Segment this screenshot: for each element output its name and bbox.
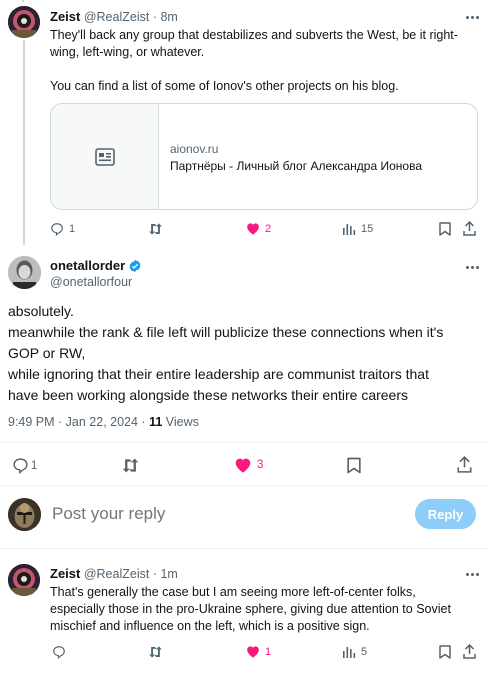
heart-icon (234, 457, 252, 473)
views-count: 5 (361, 645, 368, 658)
retweet-icon (121, 457, 140, 474)
tweet1-text: They'll back any group that destabilizes… (50, 27, 480, 95)
reply-count: 1 (31, 459, 38, 472)
retweet-button[interactable] (148, 222, 163, 236)
heart-icon (246, 222, 260, 235)
share-icon[interactable] (457, 456, 472, 473)
tweet-text-line: You can find a list of some of Ionov's o… (50, 79, 399, 93)
author-name-block: onetallorder @onetallorfour (50, 258, 142, 289)
heart-icon (246, 645, 260, 658)
verified-badge-icon[interactable] (128, 259, 142, 273)
like-button[interactable]: 2 (246, 222, 271, 235)
views-button[interactable]: 15 (342, 222, 373, 235)
thread-line-top (22, 0, 24, 2)
retweet-button[interactable] (148, 645, 163, 659)
share-icon[interactable] (463, 644, 476, 659)
reply-submit-button[interactable]: Reply (415, 499, 476, 529)
more-icon[interactable] (466, 266, 479, 269)
like-count: 3 (257, 459, 264, 471)
retweet-icon (148, 645, 163, 659)
tweet-text-line: absolutely. (8, 303, 74, 319)
tweet-text-line: wing, left-wing, or whatever. (50, 45, 205, 59)
retweet-icon (148, 222, 163, 236)
tweet1-header: Zeist @RealZeist · 8m (50, 9, 178, 24)
thread-line (23, 40, 25, 245)
views-button[interactable]: 5 (342, 645, 367, 658)
avatar[interactable] (8, 564, 40, 596)
link-card-thumbnail (51, 104, 159, 209)
tweet-text-line: especially those in the pro-Ukraine sphe… (50, 602, 451, 616)
views-icon (342, 222, 356, 235)
link-card-domain: aionov.ru (170, 142, 219, 156)
separator: · (152, 10, 157, 24)
timestamp[interactable]: 8m (160, 10, 177, 24)
share-icon[interactable] (463, 221, 476, 236)
tweet-text-line: That's generally the case but I am seein… (50, 585, 416, 599)
retweet-button[interactable] (121, 457, 140, 474)
like-count: 1 (265, 645, 272, 658)
views-count: 15 (361, 222, 374, 235)
reply-icon (50, 222, 64, 236)
handle[interactable]: @onetallorfour (50, 275, 142, 289)
view-count: 11 (149, 415, 163, 429)
more-icon[interactable] (466, 16, 479, 19)
bookmark-icon[interactable] (439, 645, 451, 659)
divider (0, 485, 488, 486)
divider (0, 548, 488, 549)
tweet-text-line: GOP or RW, (8, 345, 86, 361)
more-icon[interactable] (466, 573, 479, 576)
reply-icon (52, 645, 66, 659)
reply-input[interactable] (52, 500, 392, 528)
separator: · (152, 567, 157, 581)
avatar[interactable] (8, 498, 41, 531)
divider (0, 442, 488, 443)
display-name[interactable]: Zeist (50, 566, 80, 581)
tweet-text-line: They'll back any group that destabilizes… (50, 28, 458, 42)
tweet-text-line: meanwhile the rank & file left will publ… (8, 324, 444, 340)
handle[interactable]: @RealZeist (84, 10, 150, 24)
link-card[interactable]: aionov.ru Партнёры - Личный блог Алексан… (50, 103, 478, 210)
like-count: 2 (265, 222, 272, 235)
article-icon (95, 148, 115, 166)
reply-icon (12, 457, 29, 474)
tweet-text-line: have been working alongside these networ… (8, 387, 409, 403)
like-button[interactable]: 1 (246, 645, 271, 658)
avatar[interactable] (8, 256, 41, 289)
bookmark-icon[interactable] (347, 457, 361, 474)
display-name[interactable]: Zeist (50, 9, 80, 24)
reply-button[interactable] (52, 645, 66, 659)
reply-button[interactable]: 1 (50, 222, 75, 236)
views-icon (342, 645, 356, 658)
tweet2-text: That's generally the case but I am seein… (50, 584, 480, 635)
reply-count: 1 (69, 223, 76, 235)
timestamp[interactable]: 1m (160, 567, 177, 581)
avatar[interactable] (8, 6, 40, 38)
like-button[interactable]: 3 (234, 457, 263, 473)
post-meta: 9:49 PM · Jan 22, 2024 · 11 Views (8, 415, 199, 429)
handle[interactable]: @RealZeist (84, 567, 150, 581)
tweet2-header: Zeist @RealZeist · 1m (50, 566, 178, 581)
display-name[interactable]: onetallorder (50, 258, 125, 273)
reply-button[interactable]: 1 (12, 457, 37, 474)
main-tweet-text: absolutely. meanwhile the rank & file le… (8, 301, 483, 406)
tweet-text-line: mischief and influence on the left, whic… (50, 619, 370, 633)
link-card-title: Партнёры - Личный блог Александра Ионова (170, 159, 423, 173)
post-timestamp[interactable]: 9:49 PM · Jan 22, 2024 · (8, 415, 149, 429)
bookmark-icon[interactable] (439, 222, 451, 236)
tweet-text-line: while ignoring that their entire leaders… (8, 366, 429, 382)
view-label: Views (162, 415, 199, 429)
